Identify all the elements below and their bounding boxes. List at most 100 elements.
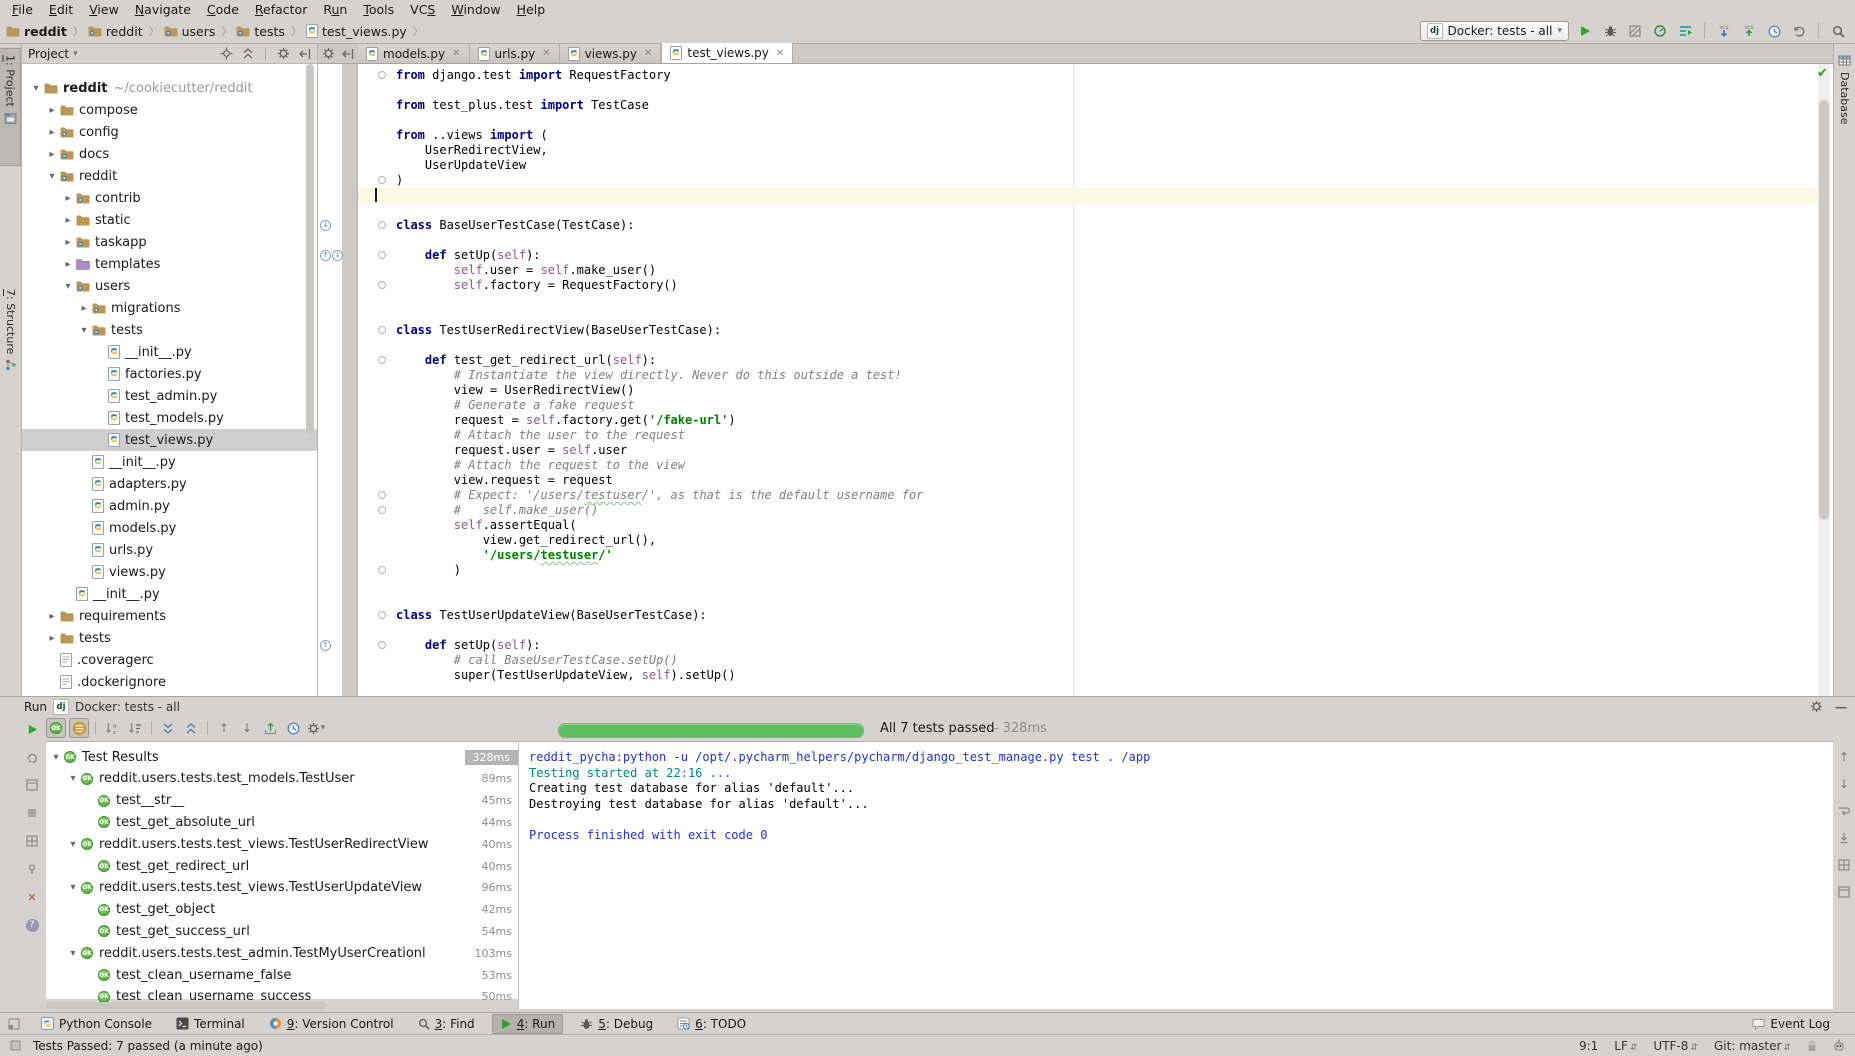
chevron-right-icon[interactable]: ▸ <box>60 193 76 204</box>
hide-icon[interactable] <box>297 46 313 62</box>
test-row-test_get_success_url[interactable]: OKtest_get_success_url54ms <box>46 920 518 942</box>
chevron-down-icon[interactable]: ▾ <box>28 83 44 94</box>
menu-file[interactable]: File <box>4 1 41 18</box>
toolwindow----version-control[interactable]: 9: Version Control <box>262 1015 401 1033</box>
chevron-right-icon[interactable]: ▸ <box>60 259 76 270</box>
soft-wrap-icon[interactable] <box>1836 803 1852 819</box>
run-console[interactable]: reddit_pycha:python -u /opt/.pycharm_hel… <box>518 741 1833 1009</box>
tree-item-__init__.py[interactable]: __init__.py <box>22 583 317 605</box>
search-everywhere-icon[interactable] <box>1829 22 1847 40</box>
chevron-right-icon[interactable]: ▸ <box>44 105 60 116</box>
tree-item-docs[interactable]: ▸docs <box>22 143 317 165</box>
implement-icon[interactable]: ↓ <box>320 220 331 231</box>
tree-item-.dockerignore[interactable]: .dockerignore <box>22 671 317 693</box>
chevron-right-icon[interactable]: ▸ <box>44 611 60 622</box>
tree-item-test_admin.py[interactable]: test_admin.py <box>22 385 317 407</box>
fold-marker-icon[interactable] <box>378 491 386 499</box>
run-icon[interactable] <box>1576 22 1594 40</box>
project-view-selector[interactable]: Project <box>28 47 69 61</box>
vcs-update-icon[interactable]: VCS <box>1715 22 1733 40</box>
print-icon[interactable] <box>1836 857 1852 873</box>
export-results-icon[interactable] <box>260 718 280 738</box>
git-branch[interactable]: Git: master⇵ <box>1714 1039 1791 1053</box>
scroll-down-icon[interactable]: ↓ <box>1836 776 1852 792</box>
chevron-down-icon[interactable]: ▾ <box>48 752 64 763</box>
tree-item-__init__.py[interactable]: __init__.py <box>22 451 317 473</box>
tree-item-test_models.py[interactable]: test_models.py <box>22 407 317 429</box>
sort-by-duration-icon[interactable] <box>125 718 145 738</box>
next-failed-icon[interactable]: ↓ <box>237 718 257 738</box>
chevron-right-icon[interactable]: ▸ <box>60 215 76 226</box>
test-row-test_get_object[interactable]: OKtest_get_object42ms <box>46 899 518 921</box>
fold-marker-icon[interactable] <box>378 71 386 79</box>
stop-icon[interactable] <box>24 805 40 821</box>
expand-all-icon[interactable] <box>158 718 178 738</box>
editor-tab-views-py[interactable]: views.py✕ <box>560 44 662 63</box>
restore-layout-icon[interactable] <box>24 833 40 849</box>
test-row-reddit.users.tests.test_admin.TestMyUserCreationl[interactable]: ▾OKreddit.users.tests.test_admin.TestMyU… <box>46 942 518 964</box>
debug-icon[interactable] <box>1601 22 1619 40</box>
chevron-right-icon[interactable]: ▸ <box>60 237 76 248</box>
toolwindow-event-log[interactable]: Event Log <box>1745 1015 1837 1033</box>
test-row-test__str__[interactable]: OKtest__str__45ms <box>46 790 518 812</box>
local-history-icon[interactable] <box>1765 22 1783 40</box>
clear-icon[interactable] <box>1836 884 1852 900</box>
menu-refactor[interactable]: Refactor <box>247 1 315 18</box>
vcs-commit-icon[interactable]: VCS <box>1740 22 1758 40</box>
close-icon[interactable]: ✕ <box>24 889 40 905</box>
implement-icon[interactable]: ↓ <box>332 250 343 261</box>
toolwindow-terminal[interactable]: Terminal <box>169 1015 252 1033</box>
test-row-reddit.users.tests.test_views.TestUserRedirectView[interactable]: ▾OKreddit.users.tests.test_views.TestUse… <box>46 833 518 855</box>
tree-item-requirements[interactable]: ▸requirements <box>22 605 317 627</box>
run-settings-icon[interactable] <box>1807 698 1825 716</box>
chevron-down-icon[interactable]: ▾ <box>60 281 76 292</box>
inspection-profile-icon[interactable] <box>1833 1039 1845 1052</box>
fold-marker-icon[interactable] <box>378 566 386 574</box>
rerun-icon[interactable] <box>24 721 40 737</box>
profiler-icon[interactable] <box>1651 22 1669 40</box>
scroll-to-end-icon[interactable] <box>1836 830 1852 846</box>
show-ignored-toggle-icon[interactable] <box>69 718 89 738</box>
tree-item-factories.py[interactable]: factories.py <box>22 363 317 385</box>
close-icon[interactable]: ✕ <box>452 48 460 59</box>
close-icon[interactable]: ✕ <box>776 48 784 59</box>
toolwindow----find[interactable]: 3: Find <box>411 1015 482 1033</box>
test-row-test_get_absolute_url[interactable]: OKtest_get_absolute_url44ms <box>46 811 518 833</box>
test-tree-hscrollbar[interactable] <box>46 1002 326 1009</box>
locate-icon[interactable] <box>218 46 234 62</box>
run-config-selector[interactable]: dj Docker: tests - all ▾ <box>1420 21 1569 41</box>
collapse-all-icon[interactable] <box>181 718 201 738</box>
close-icon[interactable]: ✕ <box>644 48 652 59</box>
line-separator[interactable]: LF⇵ <box>1614 1039 1637 1053</box>
fold-marker-icon[interactable] <box>378 281 386 289</box>
fold-marker-icon[interactable] <box>378 356 386 364</box>
chevron-right-icon[interactable]: ▸ <box>44 127 60 138</box>
test-row-reddit.users.tests.test_models.TestUser[interactable]: ▾OKreddit.users.tests.test_models.TestUs… <box>46 768 518 790</box>
menu-navigate[interactable]: Navigate <box>127 1 199 18</box>
tree-item-.coveragerc[interactable]: .coveragerc <box>22 649 317 671</box>
lock-icon[interactable] <box>1807 1040 1817 1052</box>
undo-icon[interactable] <box>1790 22 1808 40</box>
tree-item-models.py[interactable]: models.py <box>22 517 317 539</box>
menu-window[interactable]: Window <box>443 1 508 18</box>
tool-strip-project[interactable]: 1: Project <box>0 48 21 166</box>
collapse-all-icon[interactable] <box>240 46 256 62</box>
toolwindow----todo[interactable]: 6: TODO <box>670 1015 753 1033</box>
tab-settings-icon[interactable] <box>318 44 338 63</box>
pin-tab-icon[interactable] <box>24 861 40 877</box>
tree-item-reddit[interactable]: ▾reddit <box>22 165 317 187</box>
menu-view[interactable]: View <box>81 1 127 18</box>
sort-alphabetically-icon[interactable]: az <box>102 718 122 738</box>
breadcrumb-item[interactable]: users <box>164 24 216 39</box>
tree-item-tests[interactable]: ▸tests <box>22 627 317 649</box>
code-editor[interactable]: from django.test import RequestFactoryfr… <box>318 64 1833 696</box>
chevron-down-icon[interactable]: ▾ <box>65 773 81 784</box>
tree-item-admin.py[interactable]: admin.py <box>22 495 317 517</box>
tool-window-switcher-icon[interactable] <box>8 1018 20 1030</box>
tree-item-tests[interactable]: ▾tests <box>22 319 317 341</box>
test-row-TestResults[interactable]: ▾OKTest Results328ms <box>46 746 518 768</box>
test-row-reddit.users.tests.test_views.TestUserUpdateView[interactable]: ▾OKreddit.users.tests.test_views.TestUse… <box>46 877 518 899</box>
test-row-test_clean_username_false[interactable]: OKtest_clean_username_false53ms <box>46 964 518 986</box>
chevron-right-icon[interactable]: ▸ <box>44 149 60 160</box>
editor-scrollbar-thumb[interactable] <box>1819 100 1829 520</box>
